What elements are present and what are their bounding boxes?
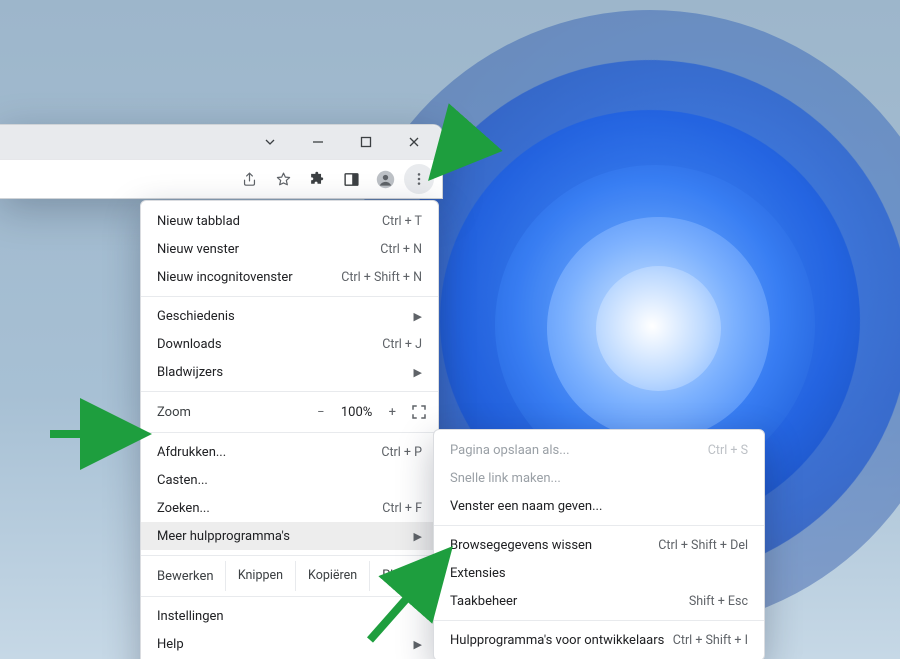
submenu-item-name-window[interactable]: Venster een naam geven... xyxy=(434,492,764,520)
menu-item-new-incognito[interactable]: Nieuw incognitovenster Ctrl + Shift + N xyxy=(141,263,438,291)
menu-shortcut: Ctrl + P xyxy=(381,445,422,460)
menu-shortcut: Shift + Esc xyxy=(689,594,748,609)
menu-label: Extensies xyxy=(450,566,748,581)
menu-separator xyxy=(434,525,764,526)
menu-shortcut: Ctrl + Shift + I xyxy=(673,633,748,648)
window-titlebar xyxy=(0,125,442,159)
menu-item-new-window[interactable]: Nieuw venster Ctrl + N xyxy=(141,235,438,263)
chevron-right-icon: ▶ xyxy=(414,638,422,651)
menu-separator xyxy=(141,555,438,556)
panel-icon xyxy=(343,171,360,188)
bookmark-button[interactable] xyxy=(268,164,298,194)
zoom-percent: 100% xyxy=(339,405,375,420)
menu-separator xyxy=(434,620,764,621)
menu-item-new-tab[interactable]: Nieuw tabblad Ctrl + T xyxy=(141,207,438,235)
menu-label: Help xyxy=(157,637,414,652)
maximize-icon xyxy=(360,136,372,148)
menu-label: Browsegegevens wissen xyxy=(450,538,658,553)
chrome-main-menu: Nieuw tabblad Ctrl + T Nieuw venster Ctr… xyxy=(140,200,439,659)
menu-item-more-tools[interactable]: Meer hulpprogramma's ▶ xyxy=(141,522,438,550)
menu-label: Pagina opslaan als... xyxy=(450,443,708,458)
zoom-out-button[interactable]: − xyxy=(317,405,324,420)
menu-shortcut: Ctrl + S xyxy=(708,443,748,458)
menu-label: Nieuw venster xyxy=(157,242,380,257)
star-icon xyxy=(275,171,292,188)
chevron-right-icon: ▶ xyxy=(414,530,422,543)
menu-shortcut: Ctrl + Shift + N xyxy=(341,270,422,285)
submenu-item-task-manager[interactable]: Taakbeheer Shift + Esc xyxy=(434,587,764,615)
submenu-item-save-page[interactable]: Pagina opslaan als... Ctrl + S xyxy=(434,436,764,464)
extensions-button[interactable] xyxy=(302,164,332,194)
menu-item-print[interactable]: Afdrukken... Ctrl + P xyxy=(141,438,438,466)
menu-item-bookmarks[interactable]: Bladwijzers ▶ xyxy=(141,358,438,386)
chrome-more-tools-submenu: Pagina opslaan als... Ctrl + S Snelle li… xyxy=(433,429,765,659)
menu-shortcut: Ctrl + N xyxy=(380,242,422,257)
edit-paste-button[interactable]: Plakken xyxy=(369,561,438,591)
kebab-menu-button[interactable] xyxy=(404,164,434,194)
browser-toolbar xyxy=(0,159,442,198)
menu-separator xyxy=(141,596,438,597)
menu-label: Downloads xyxy=(157,337,382,352)
edit-copy-button[interactable]: Kopiëren xyxy=(295,561,369,591)
submenu-item-extensions[interactable]: Extensies xyxy=(434,559,764,587)
menu-label: Afdrukken... xyxy=(157,445,381,460)
puzzle-icon xyxy=(309,171,326,188)
menu-item-settings[interactable]: Instellingen xyxy=(141,602,438,630)
menu-item-find[interactable]: Zoeken... Ctrl + F xyxy=(141,494,438,522)
menu-shortcut: Ctrl + F xyxy=(382,501,422,516)
menu-label: Venster een naam geven... xyxy=(450,499,748,514)
submenu-item-clear-data[interactable]: Browsegegevens wissen Ctrl + Shift + Del xyxy=(434,531,764,559)
menu-label: Instellingen xyxy=(157,609,422,624)
chevron-down-icon xyxy=(264,136,276,148)
menu-label: Geschiedenis xyxy=(157,309,414,324)
menu-item-downloads[interactable]: Downloads Ctrl + J xyxy=(141,330,438,358)
menu-label: Snelle link maken... xyxy=(450,471,748,486)
close-icon xyxy=(408,136,420,148)
menu-label: Zoom xyxy=(157,405,317,420)
menu-shortcut: Ctrl + J xyxy=(382,337,422,352)
menu-item-help[interactable]: Help ▶ xyxy=(141,630,438,658)
fullscreen-icon xyxy=(410,403,428,421)
close-button[interactable] xyxy=(400,128,428,156)
menu-label: Bladwijzers xyxy=(157,365,414,380)
menu-label: Nieuw tabblad xyxy=(157,214,382,229)
menu-label: Hulpprogramma's voor ontwikkelaars xyxy=(450,633,673,648)
menu-item-history[interactable]: Geschiedenis ▶ xyxy=(141,302,438,330)
chevron-right-icon: ▶ xyxy=(414,366,422,379)
menu-label: Taakbeheer xyxy=(450,594,689,609)
profile-icon xyxy=(376,170,395,189)
zoom-in-button[interactable]: + xyxy=(389,405,396,420)
menu-item-edit: Bewerken Knippen Kopiëren Plakken xyxy=(141,561,438,591)
fullscreen-button[interactable] xyxy=(410,403,428,421)
menu-separator xyxy=(141,432,438,433)
share-icon xyxy=(241,171,258,188)
chevron-right-icon: ▶ xyxy=(414,310,422,323)
minimize-icon xyxy=(312,136,324,148)
menu-label: Casten... xyxy=(157,473,422,488)
menu-label: Bewerken xyxy=(157,569,225,584)
menu-separator xyxy=(141,296,438,297)
menu-shortcut: Ctrl + Shift + Del xyxy=(658,538,748,553)
profile-button[interactable] xyxy=(370,164,400,194)
minimize-button[interactable] xyxy=(304,128,332,156)
chrome-window xyxy=(0,124,443,199)
menu-item-cast[interactable]: Casten... xyxy=(141,466,438,494)
menu-label: Meer hulpprogramma's xyxy=(157,529,414,544)
maximize-button[interactable] xyxy=(352,128,380,156)
menu-shortcut: Ctrl + T xyxy=(382,214,422,229)
edit-cut-button[interactable]: Knippen xyxy=(225,561,295,591)
submenu-item-quick-link[interactable]: Snelle link maken... xyxy=(434,464,764,492)
kebab-icon xyxy=(411,171,427,187)
submenu-item-dev-tools[interactable]: Hulpprogramma's voor ontwikkelaars Ctrl … xyxy=(434,626,764,654)
share-button[interactable] xyxy=(234,164,264,194)
menu-label: Zoeken... xyxy=(157,501,382,516)
menu-item-zoom: Zoom − 100% + xyxy=(141,397,438,427)
desktop-stage: Nieuw tabblad Ctrl + T Nieuw venster Ctr… xyxy=(0,0,900,659)
menu-separator xyxy=(141,391,438,392)
side-panel-button[interactable] xyxy=(336,164,366,194)
tabs-dropdown-button[interactable] xyxy=(256,128,284,156)
menu-label: Nieuw incognitovenster xyxy=(157,270,341,285)
